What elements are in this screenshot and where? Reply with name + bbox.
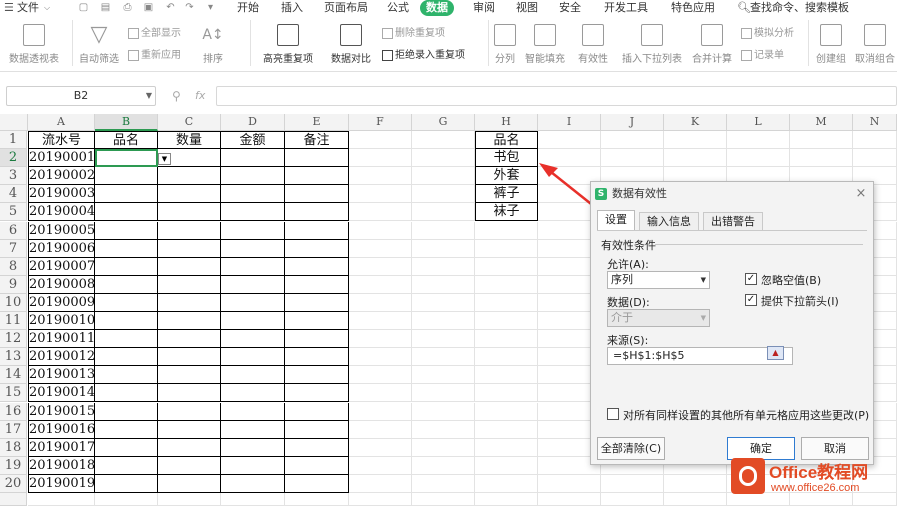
watermark: Office教程网 www.office26.com [731, 458, 891, 502]
data-label: 数据(D): [607, 296, 650, 309]
clear-all-button[interactable]: 全部清除(C) [597, 437, 665, 460]
dropdown-arrow-checkbox[interactable]: ✓ [745, 294, 757, 306]
tab-error-alert[interactable]: 出错警告 [703, 212, 763, 230]
tab-settings[interactable]: 设置 [597, 210, 635, 231]
tab-input-message[interactable]: 输入信息 [639, 212, 699, 230]
allow-label: 允许(A): [607, 258, 649, 271]
data-validity-dialog: S 数据有效性 × 设置 输入信息 出错警告 有效性条件 允许(A): 序列 ▼ … [590, 181, 874, 465]
office-logo-icon [731, 458, 765, 494]
ignore-blank-label: 忽略空值(B) [761, 274, 822, 287]
wps-logo-icon: S [595, 188, 607, 200]
allow-select[interactable]: 序列 ▼ [607, 271, 710, 289]
dropdown-arrow-label: 提供下拉箭头(I) [761, 295, 839, 308]
cancel-button[interactable]: 取消 [801, 437, 869, 460]
divider [655, 244, 863, 245]
chevron-down-icon: ▼ [700, 276, 706, 284]
range-select-icon[interactable]: ▲ [767, 346, 784, 360]
data-select: 介于 ▼ [607, 309, 710, 327]
apply-all-label: 对所有同样设置的其他所有单元格应用这些更改(P) [623, 409, 870, 422]
apply-all-checkbox[interactable] [607, 408, 619, 420]
settings-panel: 有效性条件 允许(A): 序列 ▼ ✓ 忽略空值(B) 数据(D): ✓ 提供下拉… [597, 230, 870, 430]
source-label: 来源(S): [607, 334, 649, 347]
ok-button[interactable]: 确定 [727, 437, 795, 460]
close-icon[interactable]: × [853, 182, 869, 206]
ignore-blank-checkbox[interactable]: ✓ [745, 273, 757, 285]
chevron-down-icon: ▼ [700, 314, 706, 322]
watermark-title: Office教程网 [769, 463, 869, 482]
source-input[interactable]: =$H$1:$H$5 [607, 347, 793, 365]
watermark-url: www.office26.com [771, 482, 860, 494]
dialog-titlebar[interactable]: S 数据有效性 × [591, 182, 873, 206]
validity-condition-heading: 有效性条件 [601, 239, 656, 252]
dialog-title: 数据有效性 [612, 187, 667, 200]
